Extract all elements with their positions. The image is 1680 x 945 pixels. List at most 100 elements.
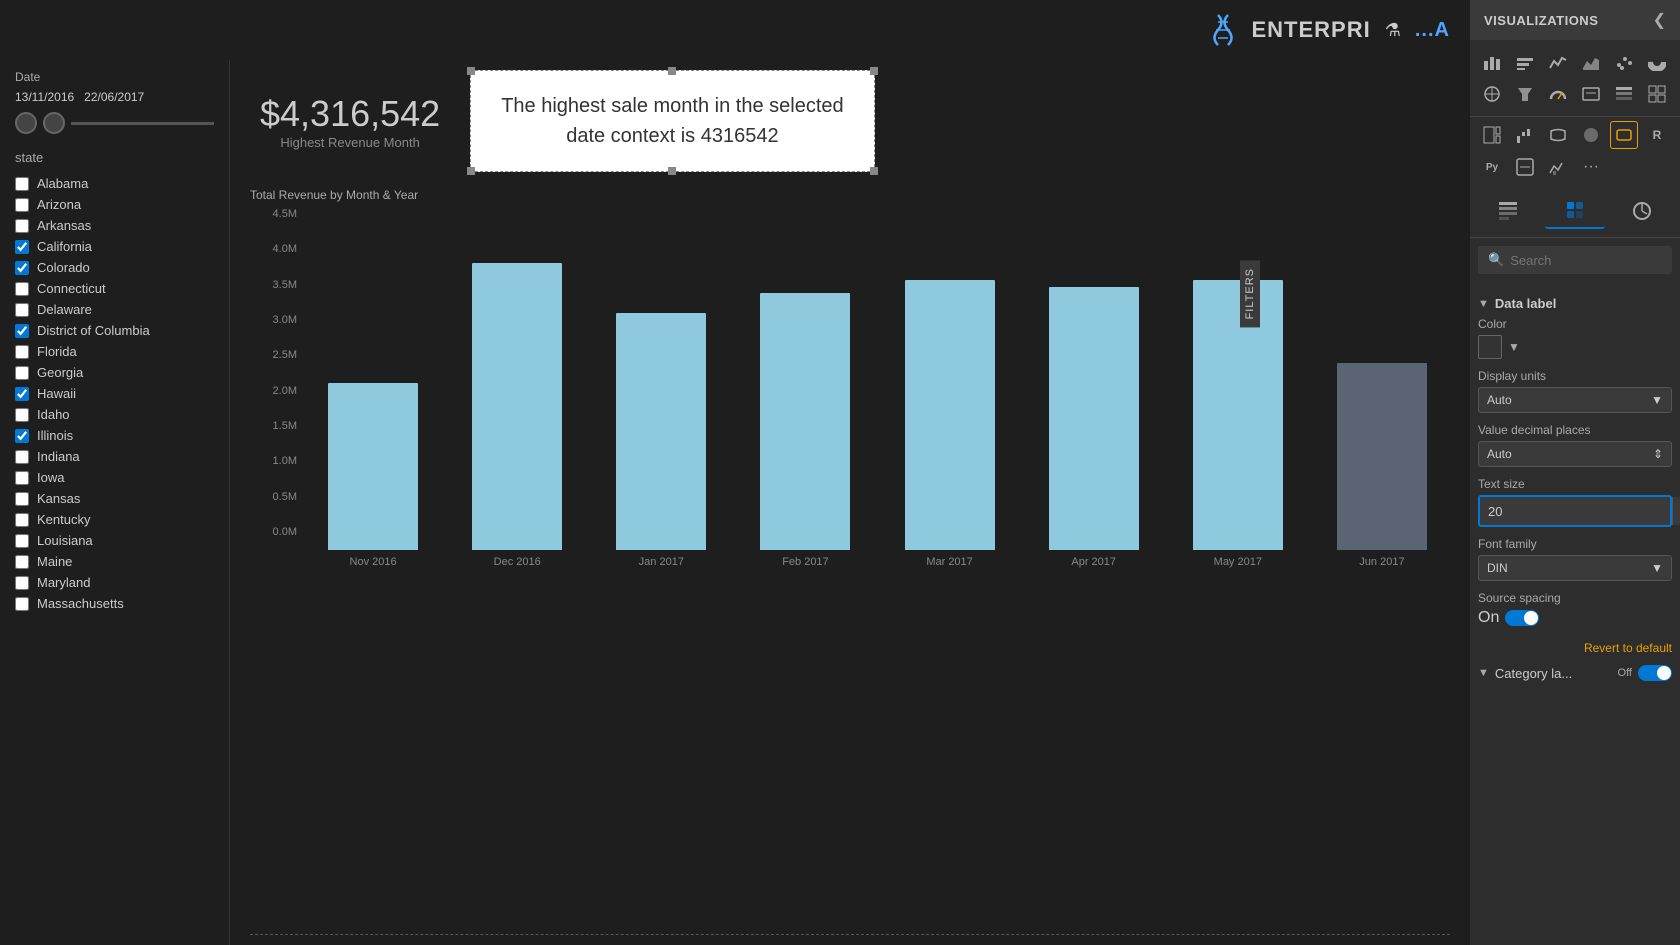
- text-size-increment[interactable]: ▲: [1673, 497, 1680, 511]
- list-item[interactable]: Hawaii: [15, 383, 214, 404]
- list-item[interactable]: Arkansas: [15, 215, 214, 236]
- state-checkbox-iowa[interactable]: [15, 471, 29, 485]
- bar-group[interactable]: [1314, 363, 1450, 550]
- list-item[interactable]: Idaho: [15, 404, 214, 425]
- chart-bar[interactable]: [472, 263, 562, 550]
- list-item[interactable]: Massachusetts: [15, 593, 214, 614]
- bar-group[interactable]: [882, 280, 1018, 550]
- viz-type-bar-chart[interactable]: [1511, 48, 1539, 76]
- toggle-track[interactable]: [1505, 610, 1539, 626]
- viz-type-scatter[interactable]: [1610, 48, 1638, 76]
- state-checkbox-maine[interactable]: [15, 555, 29, 569]
- viz-type-filled-map[interactable]: [1577, 121, 1605, 149]
- handle-tm[interactable]: [668, 67, 676, 75]
- viz-type-table[interactable]: [1610, 80, 1638, 108]
- tab-format[interactable]: [1545, 193, 1604, 229]
- viz-type-line[interactable]: [1544, 48, 1572, 76]
- state-checkbox-georgia[interactable]: [15, 366, 29, 380]
- state-checkbox-connecticut[interactable]: [15, 282, 29, 296]
- list-item[interactable]: Arizona: [15, 194, 214, 215]
- slider-handle-left[interactable]: [15, 112, 37, 134]
- list-item[interactable]: Kansas: [15, 488, 214, 509]
- state-checkbox-arkansas[interactable]: [15, 219, 29, 233]
- state-checkbox-delaware[interactable]: [15, 303, 29, 317]
- viz-type-more[interactable]: ···: [1577, 153, 1605, 181]
- text-size-decrement[interactable]: ▼: [1673, 511, 1680, 525]
- bar-group[interactable]: [305, 383, 441, 550]
- state-checkbox-massachusetts[interactable]: [15, 597, 29, 611]
- state-checkbox-alabama[interactable]: [15, 177, 29, 191]
- state-checkbox-idaho[interactable]: [15, 408, 29, 422]
- handle-bm[interactable]: [668, 167, 676, 175]
- date-slider[interactable]: [15, 112, 214, 134]
- viz-type-ribbon[interactable]: [1544, 121, 1572, 149]
- viz-type-waterfall[interactable]: [1511, 121, 1539, 149]
- viz-type-python[interactable]: Py: [1478, 153, 1506, 181]
- state-checkbox-california[interactable]: [15, 240, 29, 254]
- list-item[interactable]: Alabama: [15, 173, 214, 194]
- bar-group[interactable]: [1026, 287, 1162, 550]
- list-item[interactable]: Kentucky: [15, 509, 214, 530]
- state-checkbox-arizona[interactable]: [15, 198, 29, 212]
- viz-type-gauge[interactable]: [1544, 80, 1572, 108]
- source-spacing-toggle[interactable]: On: [1478, 609, 1672, 627]
- tab-fields[interactable]: [1478, 193, 1537, 229]
- viz-type-area[interactable]: [1577, 48, 1605, 76]
- state-checkbox-hawaii[interactable]: [15, 387, 29, 401]
- chart-bar[interactable]: [1193, 280, 1283, 550]
- chart-bar[interactable]: [1337, 363, 1427, 550]
- bar-group[interactable]: [1170, 280, 1306, 550]
- list-item[interactable]: Colorado: [15, 257, 214, 278]
- font-family-dropdown[interactable]: DIN ▼: [1478, 555, 1672, 581]
- color-dropdown-icon[interactable]: ▼: [1508, 340, 1520, 354]
- chart-bar[interactable]: [616, 313, 706, 550]
- list-item[interactable]: California: [15, 236, 214, 257]
- viz-type-r-script[interactable]: R: [1643, 121, 1671, 149]
- viz-type-pie[interactable]: [1643, 48, 1671, 76]
- viz-type-matrix[interactable]: [1643, 80, 1671, 108]
- list-item[interactable]: Illinois: [15, 425, 214, 446]
- list-item[interactable]: Florida: [15, 341, 214, 362]
- chart-bar[interactable]: [1049, 287, 1139, 550]
- bar-group[interactable]: [449, 263, 585, 550]
- state-checkbox-dc[interactable]: [15, 324, 29, 338]
- filters-tab[interactable]: FILTERS: [1240, 260, 1260, 327]
- handle-tl[interactable]: [467, 67, 475, 75]
- state-checkbox-maryland[interactable]: [15, 576, 29, 590]
- list-item[interactable]: Georgia: [15, 362, 214, 383]
- list-item[interactable]: District of Columbia: [15, 320, 214, 341]
- decimal-dropdown[interactable]: Auto ⇕: [1478, 441, 1672, 467]
- list-item[interactable]: Maryland: [15, 572, 214, 593]
- viz-type-kpi[interactable]: [1511, 153, 1539, 181]
- bar-group[interactable]: [593, 313, 729, 550]
- category-label-section-header[interactable]: ▼ Category la... Off: [1478, 659, 1672, 687]
- state-checkbox-kansas[interactable]: [15, 492, 29, 506]
- list-item[interactable]: Maine: [15, 551, 214, 572]
- handle-br[interactable]: [870, 167, 878, 175]
- viz-type-stacked-bar[interactable]: [1478, 48, 1506, 76]
- list-item[interactable]: Iowa: [15, 467, 214, 488]
- viz-type-combo[interactable]: [1544, 153, 1572, 181]
- category-toggle-row[interactable]: Off: [1618, 665, 1672, 681]
- chart-bar[interactable]: [328, 383, 418, 550]
- display-units-dropdown[interactable]: Auto ▼: [1478, 387, 1672, 413]
- viz-type-funnel[interactable]: [1511, 80, 1539, 108]
- state-checkbox-colorado[interactable]: [15, 261, 29, 275]
- viz-type-card[interactable]: [1577, 80, 1605, 108]
- chart-bar[interactable]: [905, 280, 995, 550]
- search-input[interactable]: [1510, 253, 1680, 268]
- handle-bl[interactable]: [467, 167, 475, 175]
- tab-analytics[interactable]: [1613, 193, 1672, 229]
- list-item[interactable]: Indiana: [15, 446, 214, 467]
- list-item[interactable]: Connecticut: [15, 278, 214, 299]
- viz-type-shape-map[interactable]: [1610, 121, 1638, 149]
- chart-bar[interactable]: [760, 293, 850, 550]
- close-icon[interactable]: ❮: [1653, 10, 1666, 30]
- data-label-section-header[interactable]: ▼ Data label: [1478, 290, 1672, 317]
- state-checkbox-louisiana[interactable]: [15, 534, 29, 548]
- bar-group[interactable]: [737, 293, 873, 550]
- list-item[interactable]: Louisiana: [15, 530, 214, 551]
- state-checkbox-florida[interactable]: [15, 345, 29, 359]
- viz-type-map[interactable]: [1478, 80, 1506, 108]
- viz-type-treemap[interactable]: [1478, 121, 1506, 149]
